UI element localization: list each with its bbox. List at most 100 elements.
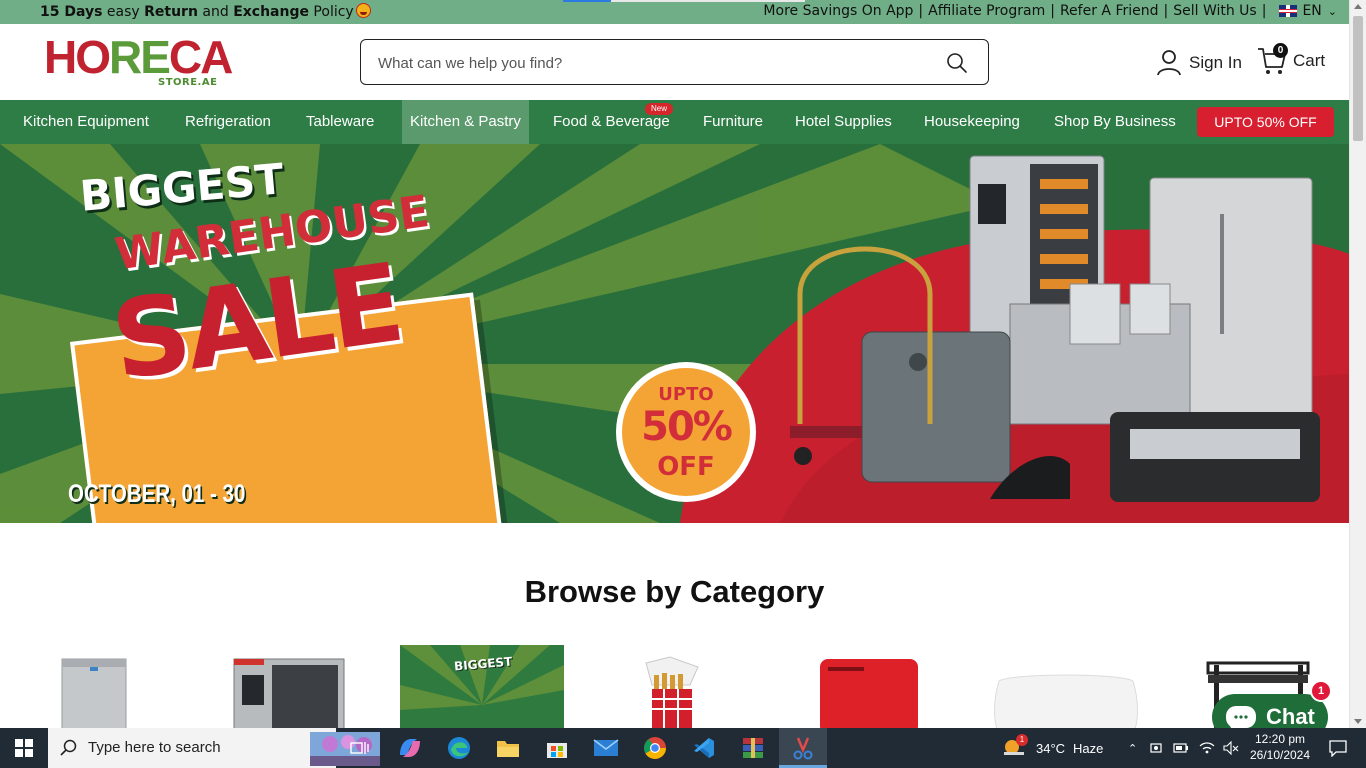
nav-housekeeping[interactable]: Housekeeping	[924, 100, 1020, 144]
category-card-housekeeping[interactable]	[993, 645, 1139, 728]
cart-count-badge: 0	[1273, 43, 1288, 58]
search-input[interactable]	[378, 52, 918, 74]
taskbar-snipping-tool[interactable]	[779, 728, 827, 768]
nav-shop-by-business[interactable]: Shop By Business	[1054, 100, 1176, 144]
weather-widget[interactable]: 1 34°C Haze	[1002, 728, 1103, 768]
snipping-tool-icon	[793, 737, 813, 760]
link-affiliate-program[interactable]: Affiliate Program	[928, 3, 1045, 19]
category-card-food-beverage[interactable]	[640, 645, 704, 728]
nav-tableware[interactable]: Tableware	[306, 100, 374, 144]
uk-flag-icon	[1279, 5, 1298, 17]
taskbar-edge[interactable]	[435, 728, 483, 768]
discount-off: OFF	[657, 452, 715, 482]
chrome-icon	[644, 737, 666, 759]
promo-text-1: easy	[102, 4, 145, 20]
taskbar-mail[interactable]	[582, 728, 630, 768]
page-scrollbar[interactable]	[1349, 0, 1366, 728]
sign-in-link[interactable]: Sign In	[1157, 48, 1242, 78]
tray-chevron-up-icon[interactable]: ⌃	[1128, 742, 1137, 755]
taskbar-file-explorer[interactable]	[484, 728, 532, 768]
weather-alert-badge: 1	[1016, 734, 1028, 746]
promo-text-3: Policy	[308, 4, 354, 20]
weather-haze-icon: 1	[1002, 734, 1028, 759]
category-card-refrigeration[interactable]	[60, 645, 130, 728]
page-loading-track	[611, 0, 805, 2]
link-sell-with-us[interactable]: Sell With Us	[1173, 3, 1257, 19]
nav-refrigeration[interactable]: Refrigeration	[185, 100, 271, 144]
notification-center-icon	[1329, 740, 1347, 757]
cart-label: Cart	[1293, 51, 1326, 70]
winrar-icon	[743, 738, 763, 758]
chat-label: Chat	[1266, 704, 1315, 729]
category-card-sale[interactable]: BIGGEST	[400, 645, 564, 728]
typing-dots-icon	[1234, 715, 1248, 719]
link-refer-a-friend[interactable]: Refer A Friend	[1060, 3, 1159, 19]
language-selector[interactable]: EN ⌄	[1271, 3, 1337, 19]
pillow-image	[994, 674, 1138, 728]
microsoft-store-icon	[547, 743, 567, 758]
edge-browser-icon	[448, 737, 470, 759]
search-icon[interactable]	[946, 52, 968, 74]
nav-kitchen-equipment[interactable]: Kitchen Equipment	[23, 100, 149, 144]
hero-dates: OCTOBER, 01 - 30	[68, 480, 246, 508]
upto-50-off-button[interactable]: UPTO 50% OFF	[1197, 107, 1334, 137]
horeca-store-logo[interactable]: HORECA STORE.AE	[44, 32, 233, 90]
clock-time: 12:20 pm	[1254, 732, 1306, 746]
taskbar-clock[interactable]: 12:20 pm 26/10/2024	[1249, 731, 1311, 763]
scrollbar-thumb[interactable]	[1353, 16, 1363, 141]
return-policy-promo[interactable]: 15 Days easy Return and Exchange Policy	[40, 3, 371, 20]
scroll-down-arrow-icon[interactable]	[1354, 719, 1362, 724]
taskbar-search-text: Type here to search	[88, 739, 221, 756]
windows-taskbar: Type here to search 1 34°C Haze ⌃ 12:20 …	[0, 728, 1366, 768]
volume-muted-icon[interactable]	[1223, 741, 1239, 755]
top-links: More Savings On App | Affiliate Program …	[763, 3, 1337, 19]
start-button[interactable]	[0, 728, 48, 768]
windows-logo-icon	[15, 739, 33, 757]
link-separator: |	[918, 3, 924, 19]
link-separator: |	[1050, 3, 1055, 19]
category-card-appliances[interactable]	[818, 645, 920, 728]
wifi-icon[interactable]	[1199, 741, 1215, 755]
logo-subtitle: STORE.AE	[158, 77, 218, 88]
nav-hotel-supplies[interactable]: Hotel Supplies	[795, 100, 892, 144]
language-label: EN	[1302, 3, 1322, 19]
taskbar-chrome[interactable]	[631, 728, 679, 768]
task-view-button[interactable]	[336, 728, 384, 768]
system-tray: ⌃	[1128, 728, 1239, 768]
link-more-savings-on-app[interactable]: More Savings On App	[763, 3, 913, 19]
scroll-up-arrow-icon[interactable]	[1354, 4, 1362, 9]
vscode-icon	[694, 738, 714, 758]
fridge-image	[61, 658, 127, 728]
mail-icon	[593, 739, 619, 756]
battery-icon[interactable]	[1173, 742, 1189, 754]
discount-percent: 50%	[641, 404, 733, 450]
chat-unread-badge: 1	[1310, 680, 1332, 702]
nav-furniture[interactable]: Furniture	[703, 100, 763, 144]
taskbar-store[interactable]	[533, 728, 581, 768]
announcement-bar: 15 Days easy Return and Exchange Policy …	[0, 0, 1349, 24]
red-mini-fridge-image	[820, 659, 918, 728]
user-icon	[1157, 50, 1181, 76]
promo-return: Return	[144, 4, 198, 20]
meet-now-icon[interactable]	[1149, 741, 1163, 755]
nav-kitchen-pastry[interactable]: Kitchen & Pastry	[402, 100, 529, 144]
promo-days: 15 Days	[40, 4, 103, 20]
chevron-down-icon: ⌄	[1327, 4, 1337, 18]
promo-exchange: Exchange	[233, 4, 309, 20]
cart-icon-wrap: 0	[1257, 43, 1288, 77]
link-separator: |	[1261, 3, 1267, 19]
category-card-kitchen-equipment[interactable]	[232, 645, 346, 728]
main-navigation: Kitchen Equipment Refrigeration Tablewar…	[0, 100, 1349, 144]
cart-link[interactable]: 0 Cart	[1257, 43, 1326, 78]
taskbar-winrar[interactable]	[729, 728, 777, 768]
discount-badge-inner: UPTO 50% OFF	[622, 368, 750, 496]
taskbar-search-box[interactable]: Type here to search	[48, 728, 380, 768]
taskbar-search-icon	[60, 739, 77, 756]
browse-by-category-heading: Browse by Category	[524, 574, 825, 609]
taskbar-vscode[interactable]	[680, 728, 728, 768]
search-bar	[360, 39, 989, 85]
taskbar-copilot[interactable]	[386, 728, 434, 768]
notifications-button[interactable]	[1318, 728, 1358, 768]
clock-date: 26/10/2024	[1249, 748, 1311, 762]
logo-wordmark: HORECA	[44, 31, 233, 83]
